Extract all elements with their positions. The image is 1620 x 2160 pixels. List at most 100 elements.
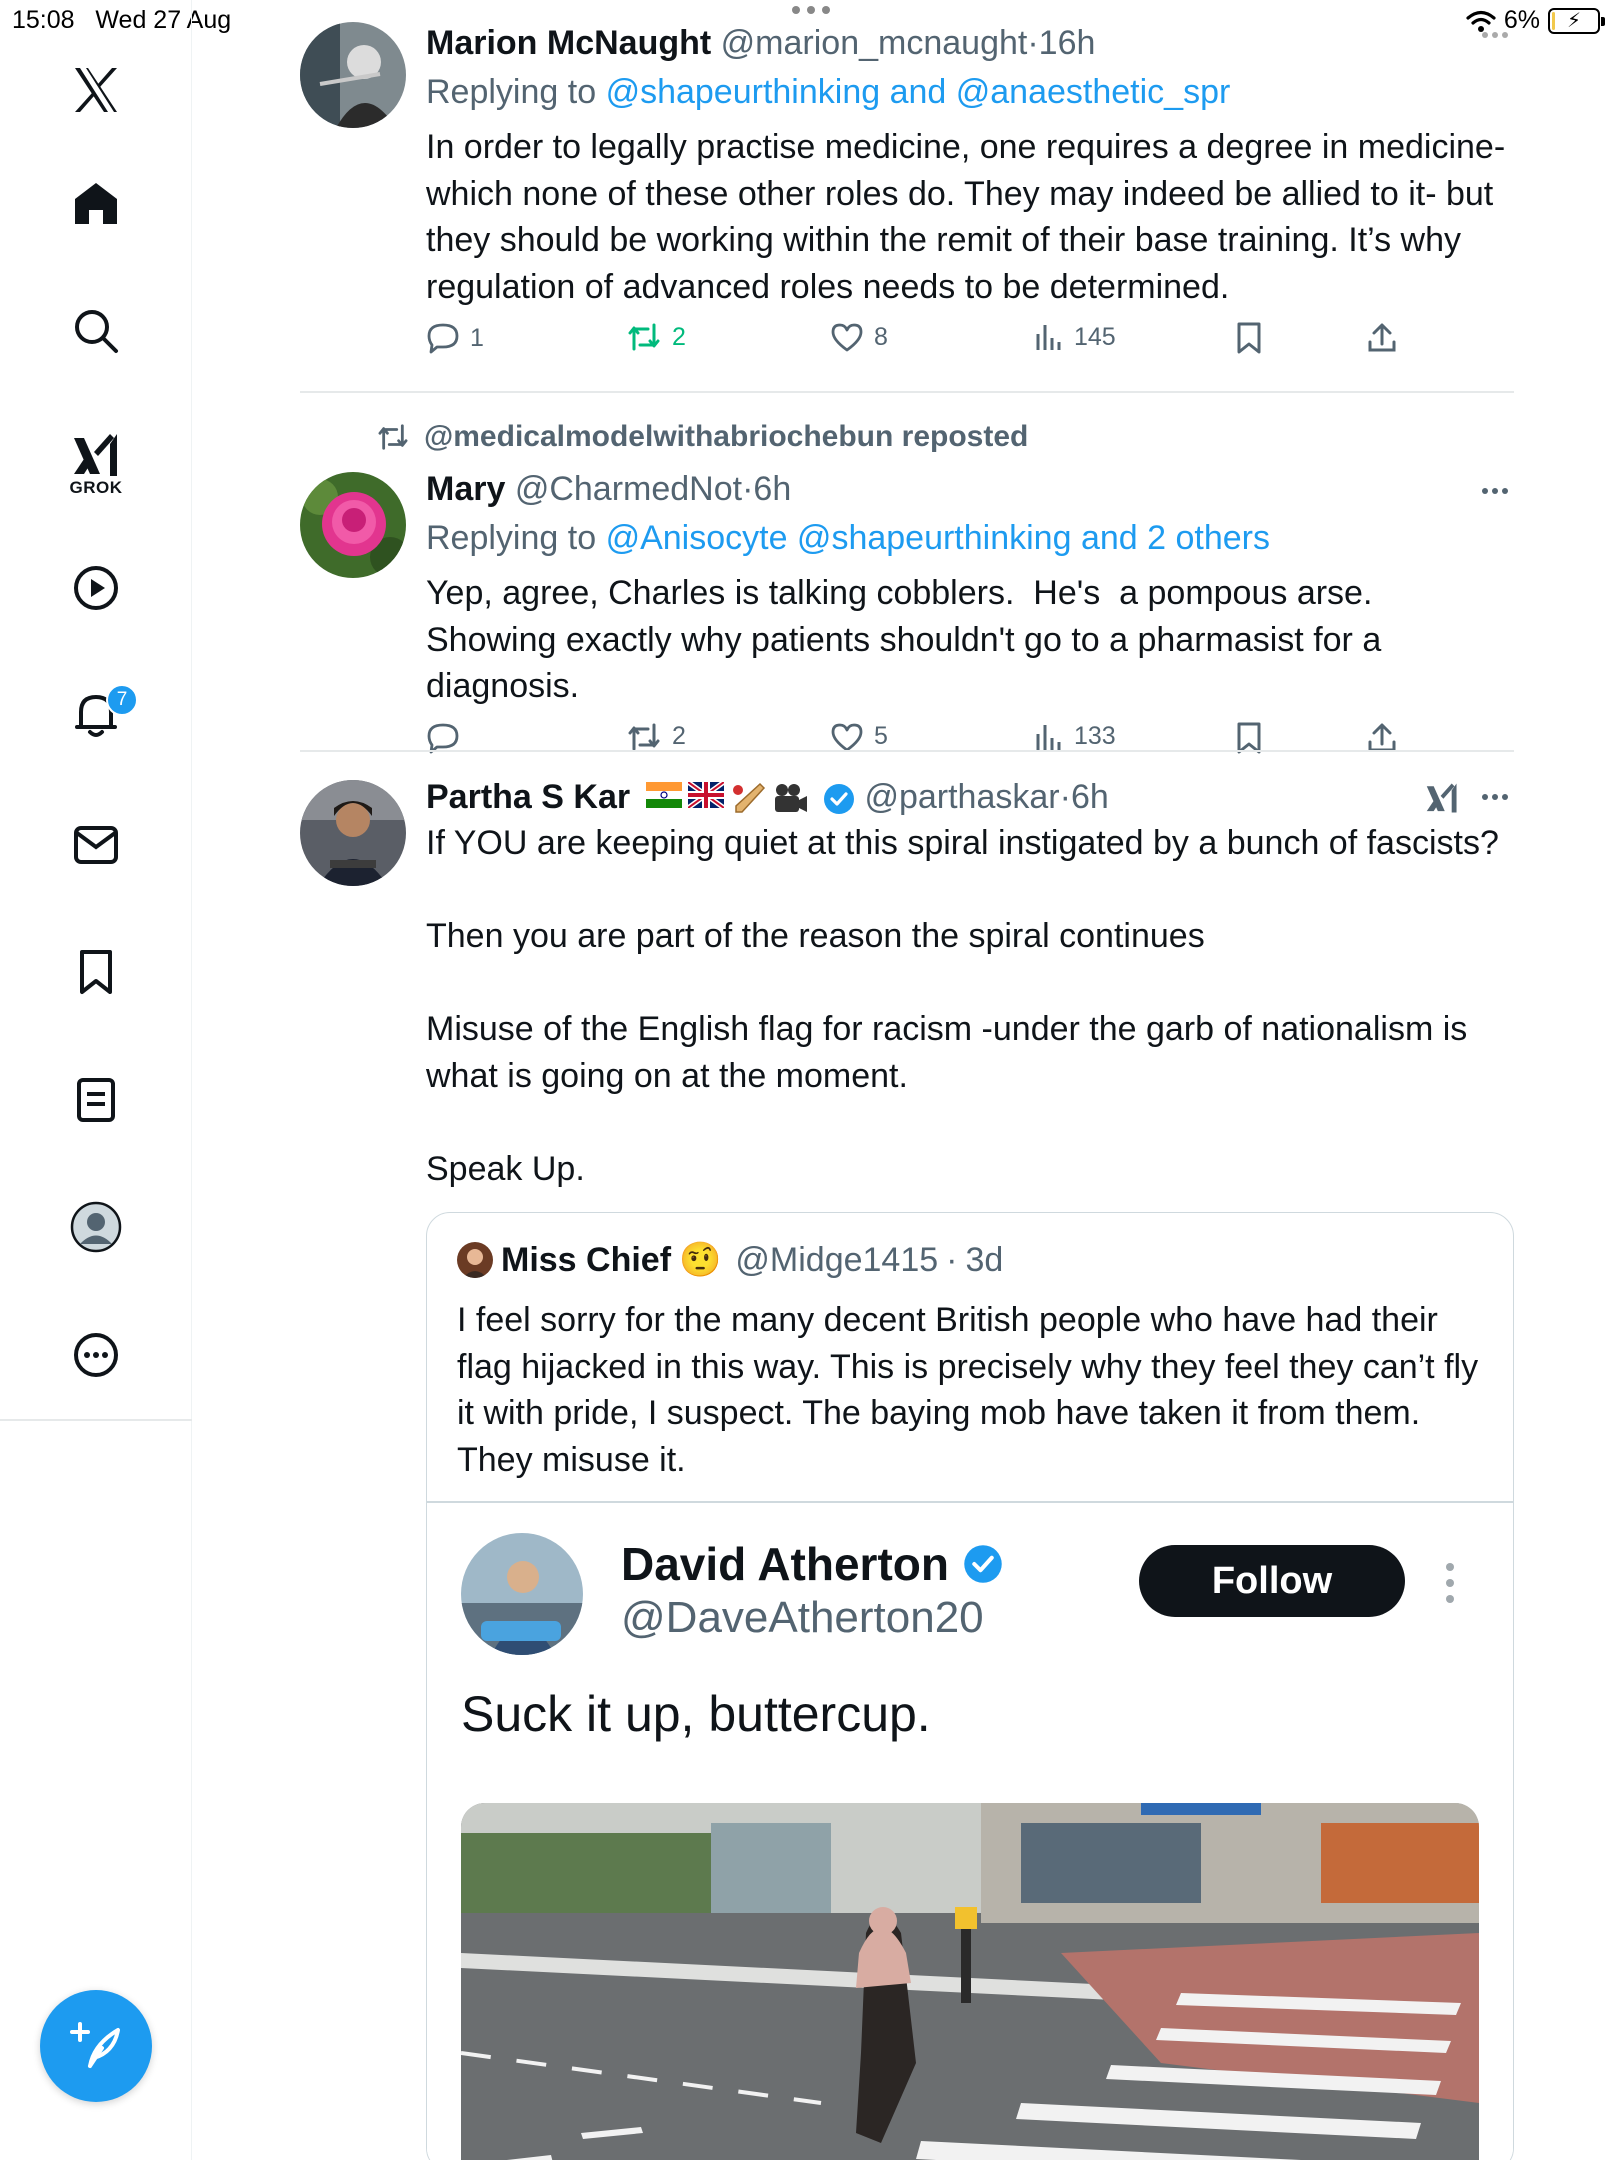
raised-eyebrow-emoji: 🤨	[679, 1241, 722, 1279]
author-handle[interactable]: @marion_mcnaught	[721, 24, 1028, 62]
separator-dot: ·	[1027, 24, 1039, 62]
tweet-divider	[300, 750, 1514, 752]
tweet-actions: 1 2 8 145	[426, 322, 1514, 372]
views-button[interactable]: 145	[1034, 322, 1116, 352]
reply-button[interactable]	[426, 722, 470, 754]
battery-level-fill	[1552, 11, 1555, 30]
author-handle[interactable]: @parthaskar	[864, 778, 1059, 816]
verified-badge-icon	[964, 1545, 1002, 1583]
like-count: 5	[874, 722, 888, 750]
quoted-author-handle: @Midge1415	[735, 1241, 939, 1279]
avatar[interactable]	[300, 472, 406, 578]
more-icon[interactable]	[56, 1315, 136, 1395]
tweet-actions: 2 5 133	[426, 722, 1514, 772]
quoted-tweet-text: I feel sorry for the many decent British…	[457, 1301, 1479, 1479]
name-emojis	[645, 782, 808, 816]
quoted-tweet[interactable]: Miss Chief 🤨 @Midge1415 · 3d I feel sorry …	[426, 1212, 1514, 2160]
share-icon	[1368, 323, 1396, 352]
author-handle[interactable]: @CharmedNot	[515, 470, 742, 508]
repost-icon	[628, 323, 660, 351]
embedded-avatar	[461, 1533, 583, 1655]
lists-icon[interactable]	[56, 1060, 136, 1140]
tweet-divider	[300, 391, 1514, 393]
battery-icon: ⚡	[1548, 7, 1605, 34]
tweet-time[interactable]: 16h	[1039, 24, 1096, 62]
share-button[interactable]	[1366, 722, 1398, 754]
like-button[interactable]: 5	[830, 722, 888, 752]
reply-button[interactable]: 1	[426, 322, 484, 354]
messages-icon[interactable]	[56, 805, 136, 885]
reply-count: 1	[470, 323, 484, 352]
uk-flag-icon	[687, 782, 724, 809]
repost-button[interactable]: 2	[626, 322, 686, 352]
quoted-tweet-time: 3d	[965, 1241, 1004, 1279]
repost-button[interactable]: 2	[626, 722, 686, 752]
multitasking-dots-icon[interactable]	[786, 0, 836, 20]
reply-icon	[427, 723, 459, 753]
tweet-header: Marion McNaught @marion_mcnaught·16h	[426, 22, 1514, 64]
replying-to: Replying to @shapeurthinking and @anaest…	[426, 70, 1514, 114]
author-name[interactable]: Mary	[426, 470, 505, 508]
share-button[interactable]	[1366, 322, 1398, 354]
tweet-header: Mary @CharmedNot·6h	[426, 468, 1514, 510]
repost-count: 2	[672, 722, 686, 750]
reply-mentions-link[interactable]: @shapeurthinking and @anaesthetic_spr	[606, 73, 1231, 111]
grok-label: GROK	[69, 478, 123, 497]
separator-dot: ·	[1059, 778, 1071, 816]
avatar[interactable]	[300, 22, 406, 128]
compose-post-button[interactable]	[40, 1990, 152, 2102]
bookmark-button[interactable]	[1236, 722, 1262, 754]
x-logo-icon[interactable]	[56, 50, 136, 130]
like-icon	[831, 723, 863, 751]
repost-context[interactable]: @medicalmodelwithabriochebun reposted	[376, 420, 1028, 454]
street-crossing-photo	[461, 1803, 1479, 2160]
bookmarks-icon[interactable]	[56, 932, 136, 1012]
search-icon[interactable]	[56, 291, 136, 371]
separator-dot: ·	[742, 470, 754, 508]
profile-avatar-icon[interactable]	[56, 1187, 136, 1267]
india-flag-icon	[645, 782, 682, 809]
repost-count: 2	[672, 322, 686, 351]
follow-button: Follow	[1139, 1545, 1405, 1617]
charging-bolt-icon: ⚡	[1566, 9, 1582, 32]
notifications-badge: 7	[106, 684, 138, 716]
quoted-avatar	[457, 1242, 493, 1278]
embedded-author-name: David Atherton	[621, 1538, 949, 1590]
tweet-header: Partha S Kar @parthaskar·6h	[426, 776, 1514, 818]
video-icon[interactable]	[56, 548, 136, 628]
author-name[interactable]: Partha S Kar	[426, 778, 630, 816]
verified-badge-icon	[824, 784, 854, 815]
repost-icon	[628, 723, 660, 750]
quoted-tweet-header: Miss Chief 🤨 @Midge1415 · 3d	[457, 1239, 1003, 1281]
like-count: 8	[874, 322, 888, 351]
avatar[interactable]	[300, 780, 406, 886]
views-count: 133	[1074, 722, 1116, 750]
embedded-author-name-row: David Atherton	[621, 1537, 1003, 1591]
tweet-time[interactable]: 6h	[1071, 778, 1109, 816]
bookmark-icon	[1237, 722, 1261, 753]
views-icon	[1036, 724, 1061, 750]
tweet-text: If YOU are keeping quiet at this spiral …	[426, 824, 1499, 1188]
embedded-tweet-text: Suck it up, buttercup.	[461, 1686, 931, 1742]
tweet-text: In order to legally practise medicine, o…	[426, 128, 1515, 306]
views-button[interactable]: 133	[1034, 722, 1116, 752]
replying-to-label: Replying to	[426, 519, 597, 557]
tweet-time[interactable]: 6h	[753, 470, 791, 508]
compose-post-icon	[70, 2022, 120, 2068]
home-icon[interactable]	[56, 163, 136, 243]
cricket-icon	[732, 782, 765, 813]
share-icon	[1368, 723, 1396, 751]
author-name[interactable]: Marion McNaught	[426, 24, 711, 62]
tweet-text: Yep, agree, Charles is talking cobblers.…	[426, 574, 1392, 705]
reply-mentions-link[interactable]: @Anisocyte @shapeurthinking and 2 others	[606, 519, 1270, 557]
sidebar-divider	[0, 1419, 192, 1421]
replying-to: Replying to @Anisocyte @shapeurthinking …	[426, 516, 1514, 560]
embedded-tweet-image[interactable]: David Atherton @DaveAtherton20 Follow Su…	[427, 1503, 1513, 2160]
kebab-menu-icon	[1446, 1563, 1454, 1603]
replying-to-label: Replying to	[426, 73, 597, 111]
like-button[interactable]: 8	[830, 322, 888, 352]
bookmark-icon	[1237, 322, 1261, 354]
bookmark-button[interactable]	[1236, 322, 1262, 354]
quoted-author-name: Miss Chief	[501, 1241, 672, 1279]
separator-dot: ·	[946, 1241, 958, 1279]
